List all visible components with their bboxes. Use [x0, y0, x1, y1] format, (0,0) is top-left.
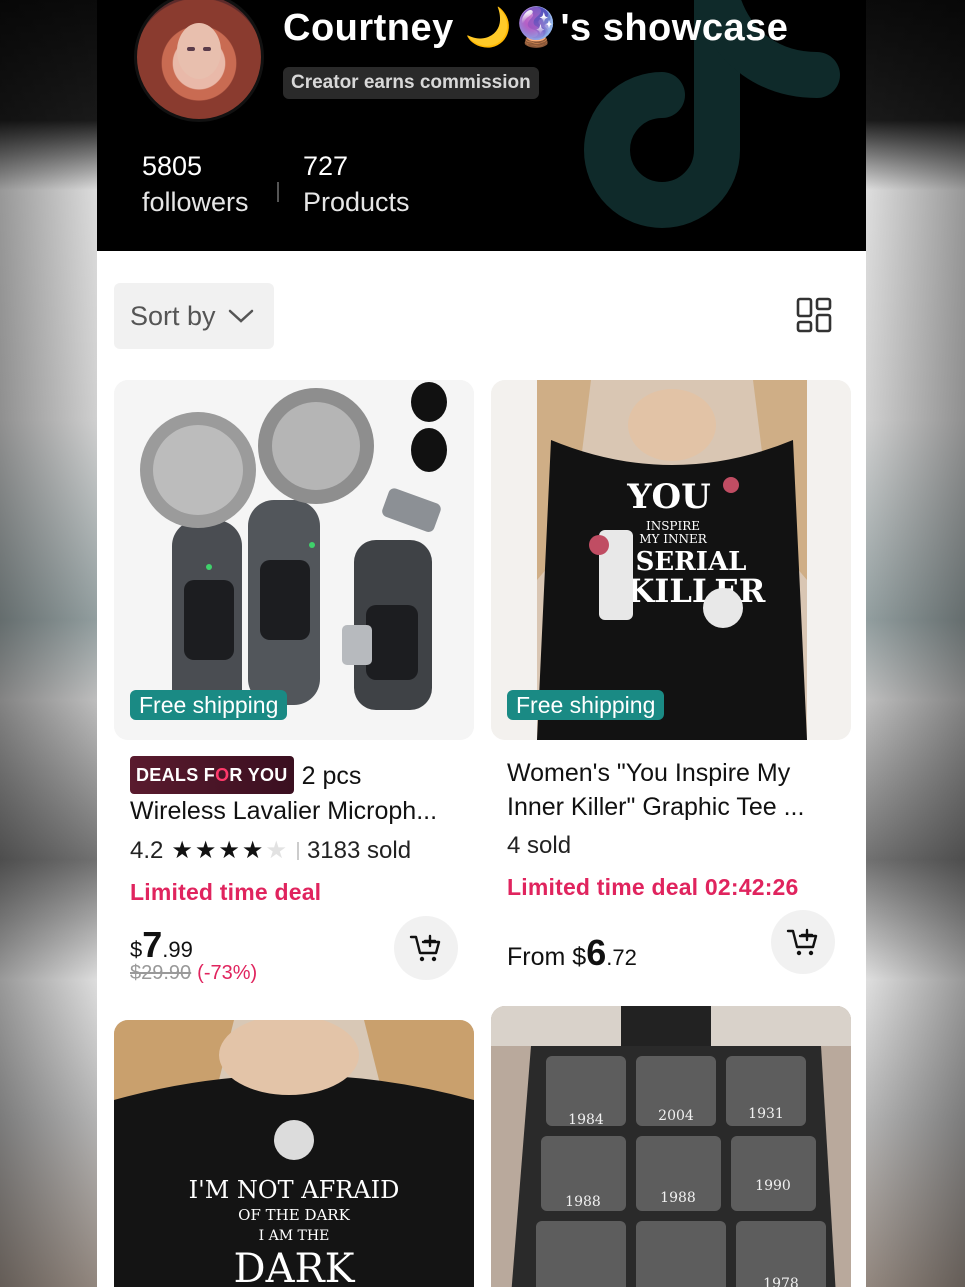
products-label: Products — [303, 187, 410, 217]
limited-time-deal: Limited time deal — [130, 879, 322, 905]
deals-for-you-badge: DEALS FOR YOU — [130, 756, 294, 794]
free-shipping-badge: Free shipping — [507, 690, 665, 720]
price-original-row: $29.90 (-73%) — [130, 962, 257, 985]
commission-badge: Creator earns commission — [283, 67, 539, 99]
star-rating-icon: ★★★★★ — [171, 837, 289, 864]
profile-header: Courtney 🌙🔮's showcase Creator earns com… — [97, 0, 866, 251]
mugshot-year: 1978 — [763, 1276, 799, 1287]
product-title-line2: Inner Killer" Graphic Tee ... — [507, 793, 805, 821]
shirt-text-3: I AM THE — [259, 1228, 330, 1244]
limited-time-deal: Limited time deal 02:42:26 — [507, 874, 799, 900]
product-card[interactable]: I'M NOT AFRAID OF THE DARK I AM THE DARK — [114, 1020, 474, 1287]
shirt-text-1: I'M NOT AFRAID — [189, 1176, 400, 1204]
mugshot-year: 1988 — [565, 1194, 601, 1210]
price: $7.99 — [130, 924, 193, 965]
mugshot-year: 2004 — [658, 1108, 694, 1124]
discount-percent: (-73%) — [197, 962, 258, 984]
followers-count: 5805 — [142, 151, 203, 181]
rating-row: 4.2 ★★★★★ 3183 sold — [130, 836, 458, 865]
product-card[interactable]: Free shipping DEALS FOR YOU 2 pcs Wireles… — [114, 380, 474, 1000]
shirt-text: YOU — [626, 477, 711, 517]
chevron-down-icon — [228, 309, 253, 323]
product-title-line1: Women's "You Inspire My — [507, 759, 791, 787]
products-count: 727 — [303, 151, 349, 181]
product-card[interactable]: 1984 2004 1931 1988 1988 1990 1978 — [491, 1006, 851, 1287]
product-title-line2: Wireless Lavalier Microph... — [130, 797, 438, 825]
sold-count: 3183 sold — [306, 836, 412, 864]
add-to-cart-button[interactable] — [394, 916, 458, 980]
shirt-text-2: OF THE DARK — [238, 1206, 350, 1224]
grid-layout-icon[interactable] — [796, 297, 832, 333]
add-to-cart-button[interactable] — [771, 910, 835, 974]
cart-plus-icon — [786, 928, 818, 956]
products-stat[interactable]: 727 Products — [303, 150, 410, 222]
followers-label: followers — [142, 187, 249, 217]
cart-plus-icon — [409, 934, 441, 962]
free-shipping-badge: Free shipping — [130, 690, 288, 720]
horror-blanket-product-image: 1984 2004 1931 1988 1988 1990 1978 — [491, 1006, 851, 1287]
shirt-text-4: DARK — [234, 1246, 356, 1287]
stat-divider — [277, 182, 279, 202]
product-title-line1: DEALS FOR YOU 2 pcs — [130, 756, 458, 794]
showcase-title: Courtney 🌙🔮's showcase — [283, 7, 789, 49]
sort-by-label: Sort by — [130, 300, 216, 331]
avatar[interactable] — [134, 0, 264, 122]
product-image[interactable]: YOU INSPIRE MY INNER SERIAL KILLER Free … — [491, 380, 851, 740]
sort-by-button[interactable]: Sort by — [114, 283, 274, 349]
rating-value: 4.2 — [130, 836, 164, 864]
followers-stat[interactable]: 5805 followers — [142, 150, 249, 222]
product-image[interactable]: Free shipping — [114, 380, 474, 740]
svg-text:INSPIRE: INSPIRE — [646, 519, 700, 533]
dark-tee-product-image: I'M NOT AFRAID OF THE DARK I AM THE DARK — [114, 1020, 474, 1287]
mugshot-year: 1988 — [660, 1190, 696, 1206]
rating-row: 4 sold — [507, 832, 835, 860]
graphic-tee-product-image: YOU INSPIRE MY INNER SERIAL KILLER — [491, 380, 851, 740]
sold-count: 4 sold — [507, 832, 572, 859]
price: From $6.72 — [507, 932, 637, 973]
microphone-product-image — [114, 380, 474, 740]
toolbar: Sort by — [97, 251, 866, 371]
original-price: $29.90 — [130, 962, 192, 984]
mugshot-year: 1931 — [748, 1106, 784, 1122]
svg-text:KILLER: KILLER — [627, 572, 766, 610]
svg-text:MY INNER: MY INNER — [639, 532, 708, 546]
product-card[interactable]: YOU INSPIRE MY INNER SERIAL KILLER Free … — [491, 380, 851, 1000]
product-image[interactable]: I'M NOT AFRAID OF THE DARK I AM THE DARK — [114, 1020, 474, 1287]
mugshot-year: 1990 — [755, 1178, 791, 1194]
showcase-screen: Courtney 🌙🔮's showcase Creator earns com… — [97, 0, 866, 1287]
mugshot-year: 1984 — [568, 1112, 604, 1128]
product-image[interactable]: 1984 2004 1931 1988 1988 1990 1978 — [491, 1006, 851, 1287]
